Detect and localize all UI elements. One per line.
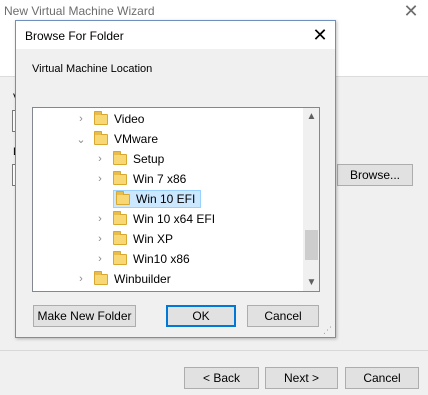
folder-icon — [94, 130, 108, 145]
folder-icon — [113, 230, 127, 245]
dialog-cancel-button[interactable]: Cancel — [247, 305, 319, 327]
tree-item-label: Win 7 x86 — [133, 172, 187, 186]
folder-tree[interactable]: › Video ⌄ VMware › Setup › Win 7 x86 Win… — [32, 107, 320, 292]
tree-item-win-xp[interactable]: › Win XP — [33, 229, 303, 249]
chevron-right-icon[interactable]: › — [75, 113, 87, 125]
tree-item-vmware[interactable]: ⌄ VMware — [33, 129, 303, 149]
selected-item-highlight: Win 10 EFI — [113, 190, 202, 208]
tree-item-label: Video — [114, 112, 145, 126]
tree-item-label: Win 10 x64 EFI — [133, 212, 216, 226]
dialog-titlebar: Browse For Folder ✕ — [16, 21, 335, 49]
tree-vertical-scrollbar[interactable]: ▲ ▼ — [303, 108, 319, 291]
chevron-right-icon[interactable]: › — [94, 213, 106, 225]
wizard-cancel-button[interactable]: Cancel — [345, 367, 419, 389]
chevron-right-icon[interactable]: › — [94, 173, 106, 185]
vm-location-label: Virtual Machine Location — [32, 63, 153, 75]
dialog-close-icon[interactable]: ✕ — [309, 25, 331, 45]
resize-grip-icon[interactable]: ⋰ — [323, 325, 333, 335]
chevron-right-icon[interactable]: › — [94, 233, 106, 245]
chevron-right-icon[interactable]: › — [75, 273, 87, 285]
browse-for-folder-dialog: Browse For Folder ✕ Virtual Machine Loca… — [15, 20, 336, 338]
tree-item-label: VMware — [114, 132, 159, 146]
scroll-thumb[interactable] — [305, 230, 318, 260]
dialog-title: Browse For Folder — [25, 29, 124, 43]
tree-item-win10-efi[interactable]: Win 10 EFI — [33, 189, 303, 209]
folder-icon — [94, 270, 108, 285]
wizard-title: New Virtual Machine Wizard — [4, 4, 155, 18]
folder-icon — [116, 190, 130, 205]
tree-item-label: Win10 x86 — [133, 252, 190, 266]
tree-item-label: Win XP — [133, 232, 174, 246]
make-new-folder-button[interactable]: Make New Folder — [33, 305, 136, 327]
folder-icon — [113, 150, 127, 165]
tree-item-setup[interactable]: › Setup — [33, 149, 303, 169]
tree-item-win10-x86[interactable]: › Win10 x86 — [33, 249, 303, 269]
tree-item-win10-x64-efi[interactable]: › Win 10 x64 EFI — [33, 209, 303, 229]
folder-icon — [113, 250, 127, 265]
wizard-close-icon[interactable]: ✕ — [401, 2, 421, 22]
back-button[interactable]: < Back — [184, 367, 259, 389]
next-button[interactable]: Next > — [265, 367, 338, 389]
tree-expander-placeholder — [94, 193, 106, 205]
tree-item-label: Win 10 EFI — [136, 192, 196, 206]
browse-button[interactable]: Browse... — [337, 164, 413, 186]
tree-item-label: Winbuilder — [114, 272, 171, 286]
tree-item-video[interactable]: › Video — [33, 109, 303, 129]
tree-item-label: Setup — [133, 152, 165, 166]
tree-item-winbuilder[interactable]: › Winbuilder — [33, 269, 303, 289]
folder-icon — [113, 170, 127, 185]
chevron-right-icon[interactable]: › — [94, 153, 106, 165]
chevron-down-icon[interactable]: ⌄ — [75, 133, 87, 146]
scroll-up-arrow-icon[interactable]: ▲ — [303, 108, 319, 125]
chevron-right-icon[interactable]: › — [94, 253, 106, 265]
tree-item-win7-x86[interactable]: › Win 7 x86 — [33, 169, 303, 189]
folder-icon — [113, 210, 127, 225]
wizard-footer-divider — [0, 350, 428, 351]
scroll-down-arrow-icon[interactable]: ▼ — [303, 274, 319, 291]
ok-button[interactable]: OK — [166, 305, 236, 327]
folder-icon — [94, 110, 108, 125]
